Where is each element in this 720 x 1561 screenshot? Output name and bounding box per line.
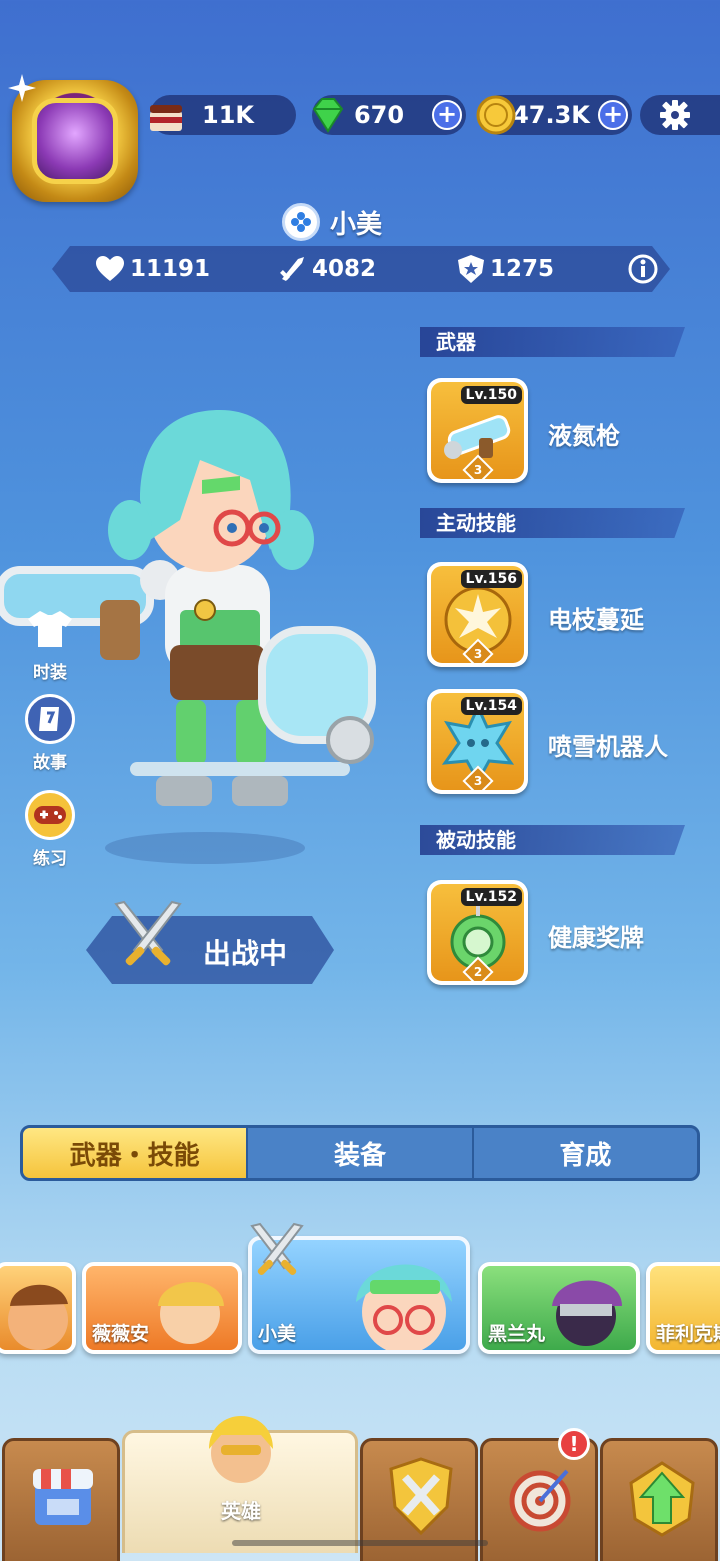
tab-weapon-skill[interactable]: 武器・技能 bbox=[23, 1128, 249, 1178]
roster-hero-name-4: 菲利克斯 bbox=[656, 1323, 720, 1345]
info-icon[interactable] bbox=[628, 254, 658, 284]
sword-icon bbox=[280, 257, 304, 281]
roster-hero-card-1[interactable]: 薇薇安 bbox=[82, 1262, 242, 1354]
shop-icon bbox=[33, 1469, 93, 1525]
roster-hero-card-0[interactable] bbox=[0, 1262, 76, 1354]
weapon-level: Lv.150 bbox=[460, 386, 522, 404]
target-icon bbox=[509, 1469, 571, 1532]
active-skill-card-2[interactable]: Lv.154 3 bbox=[427, 689, 528, 794]
hero-tabs: 武器・技能 装备 育成 bbox=[20, 1125, 700, 1181]
hp-value: 11191 bbox=[130, 256, 211, 282]
gamepad-icon bbox=[34, 806, 66, 824]
active-skill-2-name: 喷雪机器人 bbox=[548, 733, 668, 761]
home-indicator bbox=[232, 1540, 488, 1546]
add-gems-button[interactable]: + bbox=[432, 100, 462, 130]
story-button[interactable]: 故事 bbox=[20, 694, 80, 773]
tab-equipment[interactable]: 装备 bbox=[248, 1128, 474, 1178]
active-skill-2-stars: 3 bbox=[473, 774, 483, 788]
active-skill-2-level: Lv.154 bbox=[460, 697, 522, 715]
weapon-card[interactable]: Lv.150 3 bbox=[427, 378, 528, 483]
story-label: 故事 bbox=[33, 753, 67, 773]
upgrade-arrow-icon bbox=[629, 1461, 695, 1537]
coin-value: 47.3K bbox=[512, 101, 590, 129]
roster-hero-name-1: 薇薇安 bbox=[92, 1323, 150, 1345]
weapon-card-face: Lv.150 3 bbox=[431, 382, 524, 479]
hero-name: 小美 bbox=[330, 209, 383, 240]
missions-alert-badge: ! bbox=[558, 1428, 590, 1460]
avatar-portrait bbox=[32, 98, 118, 184]
hero-portrait bbox=[8, 1284, 68, 1350]
passive-skill-stars: 2 bbox=[473, 965, 483, 979]
hero-icon bbox=[209, 1416, 273, 1483]
shield-icon bbox=[458, 255, 484, 283]
passive-skill-card[interactable]: Lv.152 2 bbox=[427, 880, 528, 985]
practice-icon-wrap bbox=[25, 790, 75, 840]
nav-shop[interactable] bbox=[2, 1438, 120, 1561]
attack-stat: 4082 bbox=[278, 252, 376, 286]
cake-value: 11K bbox=[202, 101, 254, 129]
active-skill-card-1-face: Lv.156 3 bbox=[431, 566, 524, 663]
passive-skill-card-face: Lv.152 2 bbox=[431, 884, 524, 981]
add-coins-button[interactable]: + bbox=[598, 100, 628, 130]
coin-icon bbox=[476, 95, 516, 135]
crossed-swords-icon bbox=[114, 900, 182, 966]
defense-value: 1275 bbox=[490, 256, 555, 282]
active-skill-1-level: Lv.156 bbox=[460, 570, 522, 588]
roster-hero-name-selected: 小美 bbox=[258, 1323, 297, 1345]
costume-label: 时装 bbox=[33, 663, 67, 683]
snowflake-icon bbox=[291, 212, 311, 232]
heart-icon bbox=[96, 256, 124, 281]
costume-icon-wrap bbox=[25, 604, 75, 654]
hero-class-badge[interactable] bbox=[282, 203, 320, 241]
shirt-icon bbox=[28, 611, 72, 647]
costume-button[interactable]: 时装 bbox=[20, 604, 80, 683]
in-battle-swords-icon bbox=[250, 1222, 304, 1275]
story-icon-wrap bbox=[25, 694, 75, 744]
passive-skill-section-header: 被动技能 bbox=[420, 825, 685, 855]
roster-hero-card-4[interactable]: 菲利克斯 bbox=[646, 1262, 720, 1354]
nav-heroes[interactable]: 英雄 bbox=[122, 1416, 358, 1553]
tab-training[interactable]: 育成 bbox=[474, 1128, 697, 1178]
weapon-stars: 3 bbox=[473, 463, 483, 477]
player-avatar[interactable] bbox=[8, 74, 138, 202]
roster-hero-card-3[interactable]: 黑兰丸 bbox=[478, 1262, 640, 1354]
nav-upgrade[interactable] bbox=[600, 1438, 718, 1561]
weapon-name: 液氮枪 bbox=[548, 422, 620, 450]
nav-heroes-label: 英雄 bbox=[221, 1499, 261, 1523]
weapon-section-header: 武器 bbox=[420, 327, 685, 357]
settings-button[interactable] bbox=[640, 95, 720, 135]
battle-status-label: 出战中 bbox=[203, 937, 288, 970]
passive-skill-level: Lv.152 bbox=[460, 888, 522, 906]
active-skill-card-1[interactable]: Lv.156 3 bbox=[427, 562, 528, 667]
book-icon bbox=[39, 707, 59, 731]
hp-stat: 11191 bbox=[96, 252, 210, 286]
attack-value: 4082 bbox=[312, 256, 377, 282]
active-skill-card-2-face: Lv.154 3 bbox=[431, 693, 524, 790]
active-skill-1-stars: 3 bbox=[473, 647, 483, 661]
gem-currency: 670 + bbox=[312, 95, 466, 135]
active-skill-section-header: 主动技能 bbox=[420, 508, 685, 538]
defense-stat: 1275 bbox=[458, 252, 554, 286]
cake-icon bbox=[150, 105, 182, 131]
sparkle-icon bbox=[8, 74, 36, 102]
practice-label: 练习 bbox=[33, 849, 67, 869]
battle-shield-icon bbox=[389, 1457, 453, 1536]
cake-currency: 11K bbox=[150, 95, 296, 135]
passive-skill-name: 健康奖牌 bbox=[548, 924, 644, 952]
active-skill-1-name: 电枝蔓延 bbox=[548, 606, 644, 634]
roster-hero-name-3: 黑兰丸 bbox=[488, 1323, 546, 1345]
practice-button[interactable]: 练习 bbox=[20, 790, 80, 869]
gear-icon bbox=[660, 100, 690, 130]
gem-icon bbox=[312, 98, 344, 133]
coin-currency: 47.3K + bbox=[476, 95, 632, 135]
gem-value: 670 bbox=[353, 101, 405, 129]
hero-name-row: 小美 bbox=[282, 202, 382, 242]
